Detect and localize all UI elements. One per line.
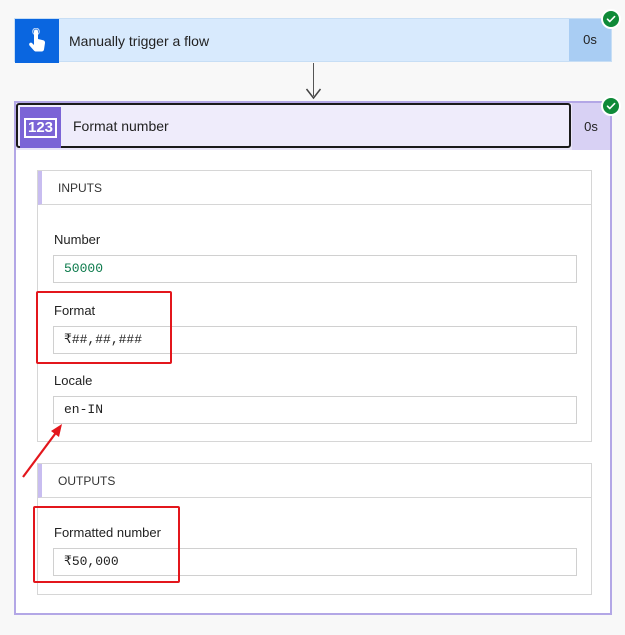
number-value[interactable]: 50000 bbox=[53, 255, 577, 283]
number-format-icon: 123 bbox=[20, 107, 61, 148]
formatted-number-highlight-box bbox=[33, 506, 180, 583]
arrow-down-icon bbox=[305, 88, 322, 100]
trigger-title: Manually trigger a flow bbox=[69, 33, 210, 49]
action-header[interactable]: 123 Format number 0s bbox=[16, 103, 610, 150]
touch-hand-icon bbox=[29, 28, 46, 52]
action-success-check-icon bbox=[601, 96, 621, 116]
locale-label: Locale bbox=[54, 373, 93, 388]
outputs-header: OUTPUTS bbox=[38, 464, 591, 498]
number-label: Number bbox=[54, 232, 101, 247]
trigger-success-check-icon bbox=[601, 9, 621, 29]
action-icon-label: 123 bbox=[23, 117, 58, 138]
flow-run-canvas: Manually trigger a flow 0s 123 Format nu… bbox=[0, 0, 625, 635]
action-header-focus[interactable]: 123 Format number bbox=[16, 103, 571, 148]
format-highlight-box bbox=[36, 291, 172, 364]
inputs-header: INPUTS bbox=[38, 171, 591, 205]
trigger-icon-tile bbox=[15, 19, 59, 63]
annotation-arrow-icon bbox=[22, 424, 62, 478]
action-title: Format number bbox=[73, 118, 169, 134]
locale-value[interactable]: en-IN bbox=[53, 396, 577, 424]
trigger-card[interactable]: Manually trigger a flow 0s bbox=[14, 18, 612, 63]
